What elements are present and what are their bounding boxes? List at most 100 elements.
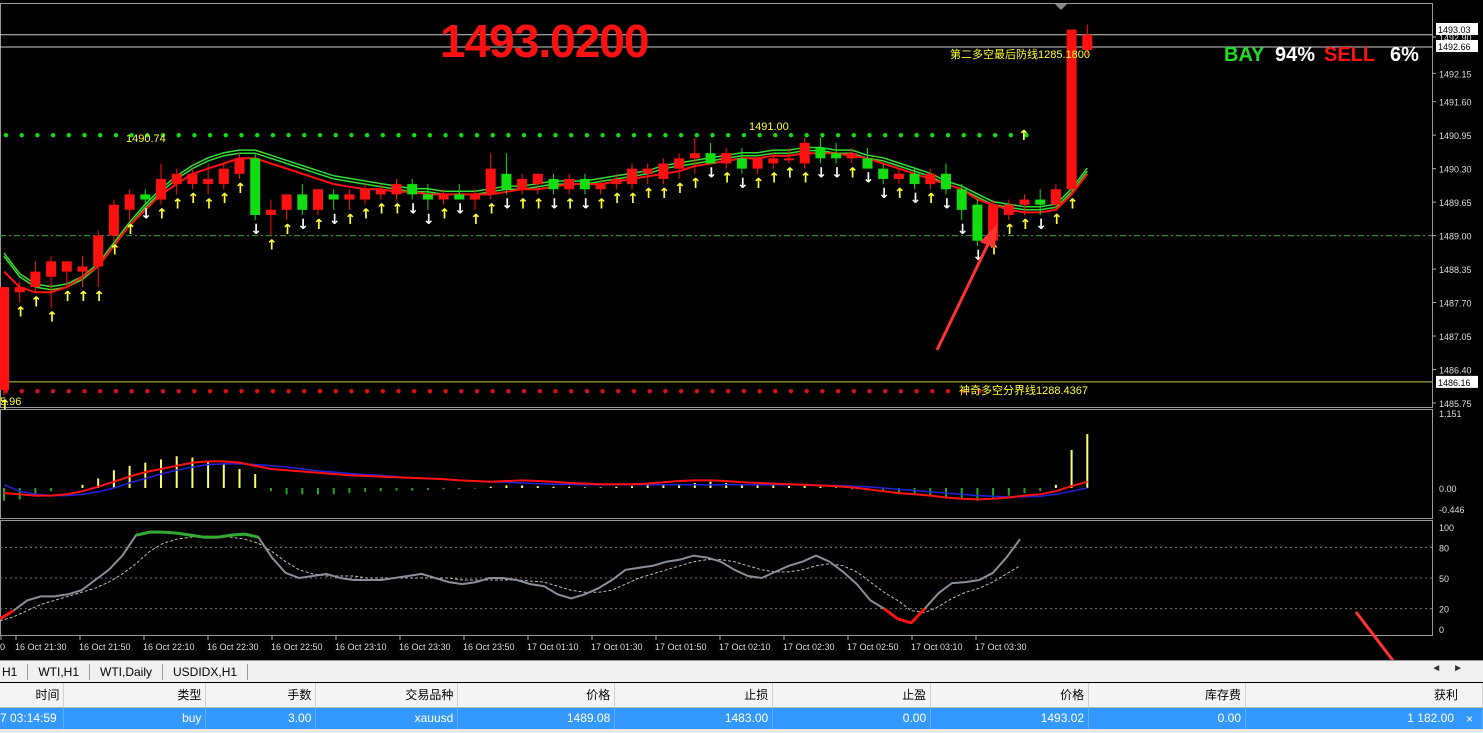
- candle-body: [14, 287, 25, 293]
- candle-body: [297, 194, 308, 210]
- buy-arrow-icon: ↑: [360, 207, 372, 223]
- resistance-dot: [145, 388, 150, 394]
- resistance-dot: [820, 388, 825, 394]
- macd-axis-label: -0.446: [1439, 505, 1465, 515]
- resistance-dot: [459, 388, 464, 394]
- col-take-profit[interactable]: 止盈: [772, 683, 932, 708]
- col-open-price[interactable]: 价格: [457, 683, 616, 708]
- candle-body: [124, 194, 135, 210]
- time-axis-label: 16 Oct 22:10: [143, 642, 195, 652]
- support-dot: [443, 132, 448, 138]
- tab-usdidx-h1[interactable]: USDIDX,H1: [163, 663, 249, 680]
- candle-body: [77, 266, 88, 272]
- candle-body: [1019, 199, 1030, 205]
- buy-arrow-icon: ↑: [439, 207, 451, 223]
- tab-h1[interactable]: H1: [0, 663, 29, 680]
- candle-body: [517, 178, 528, 190]
- col-symbol[interactable]: 交易品种: [315, 683, 459, 708]
- resistance-dot: [930, 388, 935, 394]
- support-dot: [364, 132, 370, 138]
- buy-arrow-icon: ↑: [203, 196, 215, 212]
- table-row[interactable]: 7 03:14:59 buy 3.00 xauusd 1489.08 1483.…: [0, 707, 1483, 729]
- col-lots[interactable]: 手数: [205, 683, 317, 708]
- col-profit[interactable]: 获利: [1245, 683, 1483, 708]
- tab-wti-daily[interactable]: WTI,Daily: [90, 663, 164, 680]
- support-dot: [804, 132, 809, 138]
- buy-arrow-icon: ↑: [533, 196, 545, 212]
- buy-arrow-icon: ↑: [266, 238, 278, 254]
- buy-arrow-icon: ↑: [643, 186, 655, 202]
- tab-wti-h1[interactable]: WTI,H1: [28, 663, 91, 680]
- resistance-dot: [663, 388, 668, 394]
- col-swap[interactable]: 库存费: [1088, 683, 1247, 708]
- scroll-right-icon[interactable]: ►: [1453, 663, 1475, 674]
- sell-arrow-icon: ↓: [941, 196, 953, 212]
- candle-body: [156, 178, 166, 200]
- support-dot: [302, 132, 307, 138]
- resistance-dot: [631, 388, 637, 394]
- buy-arrow-icon: ↑: [235, 181, 247, 197]
- bay-label: BAY: [1224, 44, 1265, 66]
- candle-body: [30, 271, 41, 288]
- candle-body: [281, 194, 292, 210]
- col-type[interactable]: 类型: [63, 683, 207, 708]
- support-dot: [835, 132, 841, 138]
- macd-axis-label: 1.151: [1439, 409, 1462, 419]
- buy-arrow-icon: ↑: [800, 171, 812, 187]
- close-icon[interactable]: ×: [1466, 712, 1473, 726]
- time-axis-label: 17 Oct 01:10: [527, 642, 579, 652]
- resistance-dot: [835, 388, 841, 394]
- sell-label: SELL: [1324, 44, 1376, 66]
- candle-body: [61, 261, 72, 272]
- buy-arrow-icon: ↑: [30, 294, 42, 310]
- support-dot: [506, 132, 511, 138]
- support-dot: [66, 132, 72, 138]
- support-dot: [349, 132, 354, 138]
- chart-area[interactable]: ↑ ↑ ↑ ↑ ↑ ↑ ↑ ↑ ↑ ↓ ↑ ↑ ↑ ↑ ↑ ↑ ↓ ↑ ↑ ↓ ↑ ↓ ↑ ↑ ↑ ↑ ↓ ↓ ↑ ↓ ↑ ↑ ↓ ↑ ↑ ↓ ↑ ↓ ↑ ↑…: [0, 0, 1483, 660]
- support-dot: [207, 132, 213, 138]
- support-dot: [930, 132, 935, 138]
- support-dot: [584, 132, 590, 138]
- support-dot: [616, 132, 621, 138]
- stoch-oversold-segment: [883, 607, 899, 620]
- support-dot: [867, 132, 872, 138]
- resistance-dot: [867, 388, 872, 394]
- support-dot: [192, 132, 197, 138]
- support-dot: [600, 132, 605, 138]
- chart-svg[interactable]: ↑↑↑↑↑ ↑ ↑↑↑↓ ↑↑ ↑ ↑ ↑↑↓↑↑ ↓ ↑ ↓ ↑ ↑ ↑ ↑ ↓↓ ↑ ↓↑↑ ↓ ↑ ↑ ↓ ↑ ↓ ↑ ↑…: [0, 0, 1483, 660]
- stoch-overbought-segment: [231, 532, 245, 537]
- resistance-dot: [207, 388, 213, 394]
- resistance-dot: [443, 388, 448, 394]
- time-axis-label: 17 Oct 01:30: [591, 642, 643, 652]
- resistance-dot: [223, 388, 228, 394]
- candle-body: [893, 173, 904, 179]
- cell-stop-loss: 1483.00: [614, 707, 774, 729]
- buy-arrow-icon: ↑: [93, 289, 105, 305]
- buy-arrow-icon: ↑: [658, 186, 670, 202]
- candle-body: [595, 184, 606, 190]
- defense-line-label: 第二多空最后防线1285.1800: [950, 47, 1090, 61]
- resistance-dot: [255, 388, 260, 394]
- buy-arrow-icon: ↑: [1020, 217, 1032, 233]
- time-axis-label: 17 Oct 01:50: [655, 642, 707, 652]
- candle-body: [234, 158, 245, 174]
- support-dot: [113, 132, 119, 138]
- time-axis-label: 16 Oct 22:50: [271, 642, 323, 652]
- col-stop-loss[interactable]: 止损: [614, 683, 774, 708]
- col-time[interactable]: 时间: [0, 683, 65, 708]
- support-dot: [678, 132, 684, 138]
- annotation-arrow-shaft: [935, 239, 992, 351]
- sell-arrow-icon: ↓: [831, 165, 843, 181]
- resistance-dot: [883, 388, 888, 394]
- candle-body: [140, 194, 151, 200]
- scroll-left-icon[interactable]: ◄: [1431, 663, 1453, 674]
- candle-body: [344, 194, 355, 200]
- candle-body: [956, 189, 967, 210]
- stoch-overbought-segment: [163, 530, 177, 535]
- buy-arrow-icon: ↑: [187, 191, 199, 207]
- price-axis-label: 1489.65: [1439, 198, 1472, 208]
- candle-body: [909, 173, 920, 185]
- price-axis-label: 1487.05: [1439, 332, 1472, 342]
- col-current-price[interactable]: 价格: [930, 683, 1090, 708]
- resistance-dot: [914, 388, 919, 394]
